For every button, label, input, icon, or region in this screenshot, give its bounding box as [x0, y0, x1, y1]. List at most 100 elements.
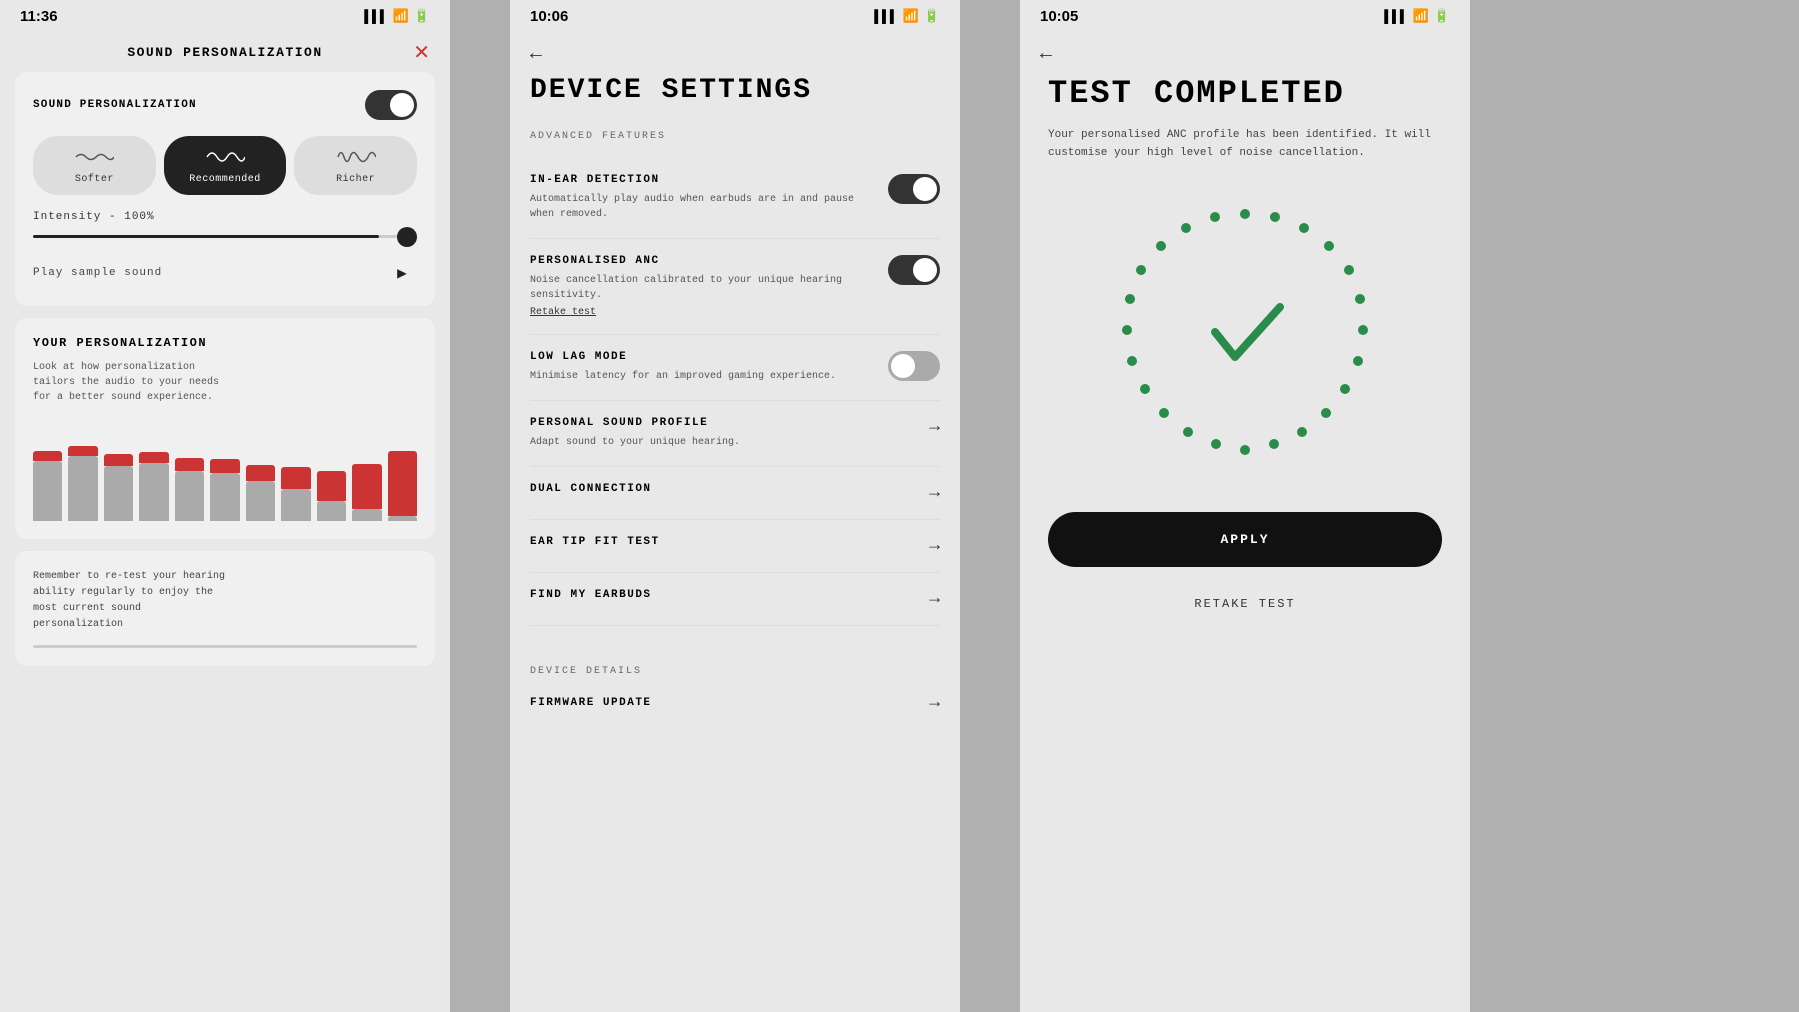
bar-8 — [281, 467, 310, 521]
ear-tip-fit-test-left: EAR TIP FIT TEST — [530, 536, 929, 554]
low-lag-mode-row: LOW LAG MODE Minimise latency for an imp… — [530, 351, 940, 384]
personalization-bar-chart — [33, 421, 417, 521]
signal-icon-1: ▌▌▌ — [364, 9, 387, 24]
bar-9 — [317, 471, 346, 521]
in-ear-detection-row: IN-EAR DETECTION Automatically play audi… — [530, 174, 940, 222]
status-time-2: 10:06 — [530, 8, 568, 25]
settings-item-find-my-earbuds[interactable]: FIND MY EARBUDS → — [530, 573, 940, 626]
personalised-anc-row: PERSONALISED ANC Noise cancellation cali… — [530, 255, 940, 318]
status-time-3: 10:05 — [1040, 8, 1078, 25]
status-bar-2: 10:06 ▌▌▌ 📶 🔋 — [510, 0, 960, 33]
completion-circle-container — [1105, 192, 1385, 472]
bar-4 — [139, 452, 168, 521]
panel2-content: DEVICE SETTINGS ADVANCED FEATURES IN-EAR… — [510, 76, 960, 713]
low-lag-mode-title: LOW LAG MODE — [530, 351, 872, 363]
panel1-content: SOUND PERSONALIZATION Softer Recommended — [0, 72, 450, 678]
find-my-earbuds-arrow[interactable]: → — [929, 589, 940, 609]
bar-2 — [68, 446, 97, 521]
low-lag-mode-left: LOW LAG MODE Minimise latency for an imp… — [530, 351, 888, 384]
apply-button[interactable]: APPLY — [1048, 512, 1442, 567]
test-completed-desc: Your personalised ANC profile has been i… — [1048, 127, 1442, 162]
in-ear-detection-toggle[interactable] — [888, 174, 940, 204]
settings-item-in-ear-detection: IN-EAR DETECTION Automatically play audi… — [530, 158, 940, 239]
settings-item-personalised-anc: PERSONALISED ANC Noise cancellation cali… — [530, 239, 940, 335]
back-button-3[interactable]: ← — [1040, 43, 1052, 66]
dual-connection-left: DUAL CONNECTION — [530, 483, 929, 501]
settings-item-low-lag-mode: LOW LAG MODE Minimise latency for an imp… — [530, 335, 940, 401]
bar-7 — [246, 465, 275, 521]
personalised-anc-left: PERSONALISED ANC Noise cancellation cali… — [530, 255, 888, 318]
personalised-anc-desc: Noise cancellation calibrated to your un… — [530, 273, 872, 303]
find-my-earbuds-row: FIND MY EARBUDS → — [530, 589, 940, 609]
reminder-text: Remember to re-test your hearingability … — [33, 569, 417, 633]
bar-6 — [210, 459, 239, 521]
status-bar-3: 10:05 ▌▌▌ 📶 🔋 — [1020, 0, 1470, 33]
test-completed-title: TEST COMPLETED — [1048, 76, 1442, 111]
play-button[interactable]: ▶ — [387, 258, 417, 288]
profile-btn-richer[interactable]: Richer — [294, 136, 417, 195]
play-sample-label: Play sample sound — [33, 267, 162, 279]
personalised-anc-toggle[interactable] — [888, 255, 940, 285]
reminder-progress-bar — [33, 645, 417, 648]
section-divider — [530, 626, 940, 646]
panel-sound-personalization: 11:36 ▌▌▌ 📶 🔋 SOUND PERSONALIZATION ✕ SO… — [0, 0, 450, 1012]
retake-test-link[interactable]: Retake test — [530, 307, 872, 318]
device-details-header: DEVICE DETAILS — [530, 666, 940, 677]
completion-circle-svg — [1105, 192, 1385, 472]
panel3-content: TEST COMPLETED Your personalised ANC pro… — [1020, 76, 1470, 1012]
panel3-nav: ← — [1020, 33, 1470, 76]
slider-fill — [33, 235, 379, 238]
firmware-title: FIRMWARE UPDATE — [530, 697, 652, 709]
profile-recommended-label: Recommended — [189, 174, 261, 185]
firmware-row: FIRMWARE UPDATE → — [530, 681, 940, 713]
back-button-2[interactable]: ← — [530, 43, 542, 66]
bar-3 — [104, 454, 133, 521]
intensity-slider[interactable] — [33, 235, 417, 238]
bar-1 — [33, 451, 62, 521]
profile-richer-label: Richer — [336, 174, 375, 185]
profile-btn-recommended[interactable]: Recommended — [164, 136, 287, 195]
settings-item-dual-connection[interactable]: DUAL CONNECTION → — [530, 467, 940, 520]
signal-icon-3: ▌▌▌ — [1384, 9, 1407, 24]
retake-test-button[interactable]: RETAKE TEST — [1048, 583, 1442, 625]
status-time-1: 11:36 — [20, 8, 58, 25]
low-lag-mode-toggle[interactable] — [888, 351, 940, 381]
settings-item-ear-tip-fit-test[interactable]: EAR TIP FIT TEST → — [530, 520, 940, 573]
sound-personalization-toggle[interactable] — [365, 90, 417, 120]
personal-sound-profile-desc: Adapt sound to your unique hearing. — [530, 435, 913, 450]
wifi-icon-1: 📶 — [393, 9, 409, 24]
settings-item-personal-sound-profile[interactable]: PERSONAL SOUND PROFILE Adapt sound to yo… — [530, 401, 940, 467]
personalization-desc: Look at how personalizationtailors the a… — [33, 360, 417, 405]
sound-toggle-row: SOUND PERSONALIZATION — [33, 90, 417, 120]
intensity-label: Intensity - 100% — [33, 211, 417, 223]
slider-thumb[interactable] — [397, 227, 417, 247]
your-personalization-title: YOUR PERSONALIZATION — [33, 336, 417, 350]
in-ear-detection-left: IN-EAR DETECTION Automatically play audi… — [530, 174, 888, 222]
panel-device-settings: 10:06 ▌▌▌ 📶 🔋 ← DEVICE SETTINGS ADVANCED… — [510, 0, 960, 1012]
wifi-icon-2: 📶 — [903, 9, 919, 24]
dual-connection-title: DUAL CONNECTION — [530, 483, 913, 495]
ear-tip-fit-test-title: EAR TIP FIT TEST — [530, 536, 913, 548]
dual-connection-arrow[interactable]: → — [929, 483, 940, 503]
status-bar-1: 11:36 ▌▌▌ 📶 🔋 — [0, 0, 450, 33]
profile-btn-softer[interactable]: Softer — [33, 136, 156, 195]
device-settings-title: DEVICE SETTINGS — [530, 76, 940, 107]
personal-sound-profile-row: PERSONAL SOUND PROFILE Adapt sound to yo… — [530, 417, 940, 450]
signal-icon-2: ▌▌▌ — [874, 9, 897, 24]
battery-icon-3: 🔋 — [1434, 9, 1450, 24]
personal-sound-profile-arrow[interactable]: → — [929, 417, 940, 437]
find-my-earbuds-title: FIND MY EARBUDS — [530, 589, 913, 601]
in-ear-detection-title: IN-EAR DETECTION — [530, 174, 872, 186]
panel-test-completed: 10:05 ▌▌▌ 📶 🔋 ← TEST COMPLETED Your pers… — [1020, 0, 1470, 1012]
close-button[interactable]: ✕ — [413, 40, 430, 65]
ear-tip-fit-test-arrow[interactable]: → — [929, 536, 940, 556]
battery-icon-1: 🔋 — [414, 9, 430, 24]
battery-icon-2: 🔋 — [924, 9, 940, 24]
low-lag-mode-desc: Minimise latency for an improved gaming … — [530, 369, 872, 384]
status-icons-3: ▌▌▌ 📶 🔋 — [1384, 9, 1450, 24]
dual-connection-row: DUAL CONNECTION → — [530, 483, 940, 503]
in-ear-detection-desc: Automatically play audio when earbuds ar… — [530, 192, 872, 222]
panel1-title: SOUND PERSONALIZATION — [127, 45, 322, 60]
reminder-card: Remember to re-test your hearingability … — [15, 551, 435, 666]
firmware-arrow[interactable]: → — [929, 693, 940, 713]
